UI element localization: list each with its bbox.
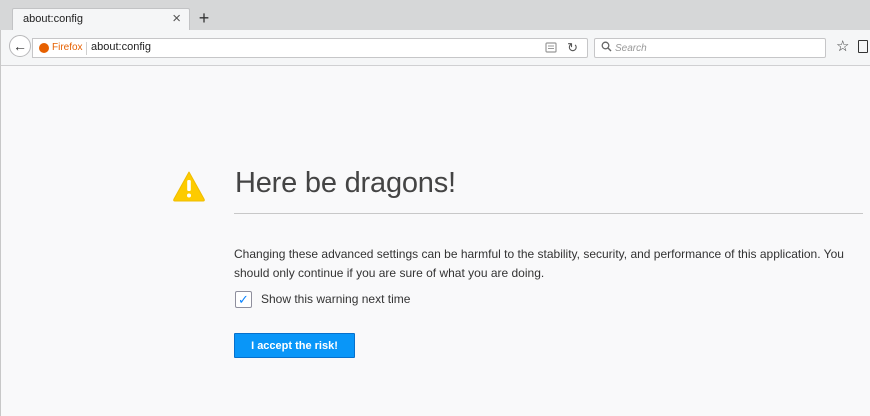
show-warning-label[interactable]: Show this warning next time — [261, 292, 410, 306]
search-bar[interactable] — [594, 38, 826, 58]
clipboard-icon[interactable] — [858, 40, 868, 53]
page-title: Here be dragons! — [235, 167, 456, 199]
reader-view-icon[interactable] — [545, 42, 557, 56]
url-text[interactable]: about:config — [91, 41, 151, 53]
warning-description: Changing these advanced settings can be … — [234, 247, 844, 280]
back-button[interactable]: ← — [9, 35, 31, 57]
reload-icon[interactable]: ↻ — [567, 40, 578, 56]
identity-label: Firefox — [52, 42, 83, 53]
show-warning-checkbox[interactable]: ✓ — [235, 291, 252, 308]
search-input[interactable] — [615, 41, 815, 55]
accept-risk-button[interactable]: I accept the risk! — [234, 333, 355, 358]
url-bar[interactable]: Firefox about:config ↻ — [32, 38, 588, 58]
new-tab-icon[interactable]: + — [196, 9, 212, 27]
tab-close-icon[interactable]: × — [172, 10, 181, 28]
warning-triangle-icon — [172, 170, 206, 207]
browser-window: about:config × + ← Firefox about:config … — [0, 0, 870, 416]
tab-about-config[interactable]: about:config × — [12, 8, 190, 30]
bookmark-star-icon[interactable]: ☆ — [836, 38, 849, 56]
firefox-icon — [39, 43, 49, 53]
nav-bar: ← Firefox about:config ↻ ☆ — [0, 30, 870, 66]
page-content: Here be dragons! Changing these advanced… — [0, 66, 870, 416]
url-separator — [86, 42, 87, 55]
search-icon — [601, 41, 612, 55]
back-arrow-icon: ← — [13, 38, 27, 54]
title-divider — [234, 213, 863, 214]
tab-title: about:config — [23, 13, 83, 25]
tab-strip: about:config × + — [0, 0, 870, 30]
window-left-border — [0, 30, 1, 416]
